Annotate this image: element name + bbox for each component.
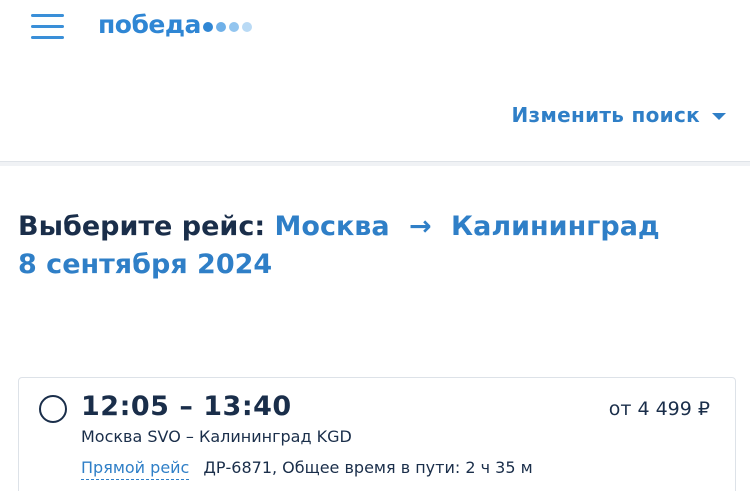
logo-text: победа — [98, 9, 201, 39]
title-destination: Калининград — [451, 211, 660, 242]
flight-route: Москва SVO – Калининград KGD — [81, 427, 352, 446]
search-bar: Изменить поиск — [0, 52, 750, 162]
chevron-down-icon — [712, 113, 726, 120]
arrow-right-icon: → — [409, 211, 432, 242]
app-root: победа Изменить поиск Выберите рейс: Мос… — [0, 0, 750, 491]
logo-dot — [241, 21, 252, 32]
change-search-button[interactable]: Изменить поиск — [511, 103, 726, 127]
flight-details: Прямой рейс ДР-6871, Общее время в пути:… — [81, 458, 533, 480]
change-search-label: Изменить поиск — [511, 103, 700, 127]
logo-dot — [202, 21, 213, 32]
divider — [0, 162, 750, 166]
flight-card[interactable]: 12:05 – 13:40 от 4 499 ₽ Москва SVO – Ка… — [18, 377, 736, 491]
flight-price: от 4 499 ₽ — [608, 398, 710, 420]
page-title: Выберите рейс: Москва → Калининград 8 се… — [18, 208, 738, 284]
flight-select-radio[interactable] — [39, 395, 67, 423]
title-origin: Москва — [274, 211, 390, 242]
logo-dot — [228, 21, 239, 32]
logo-dots-icon — [202, 21, 255, 32]
title-prefix: Выберите рейс: — [18, 211, 266, 242]
logo-dot — [215, 21, 226, 32]
logo[interactable]: победа — [98, 9, 255, 39]
menu-icon[interactable] — [31, 11, 65, 41]
header: победа — [0, 0, 750, 52]
title-date: 8 сентября 2024 — [18, 249, 273, 280]
flight-time: 12:05 – 13:40 — [81, 391, 292, 422]
flight-info: ДР-6871, Общее время в пути: 2 ч 35 м — [203, 458, 533, 477]
direct-flight-link[interactable]: Прямой рейс — [81, 458, 190, 480]
